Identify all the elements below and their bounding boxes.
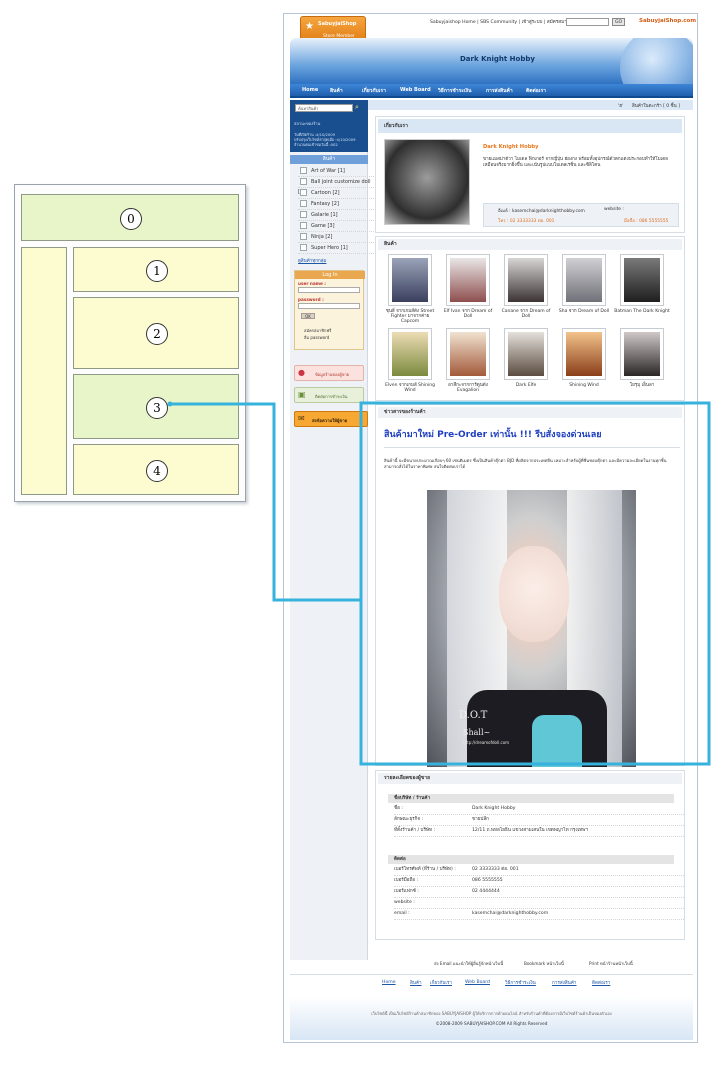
connector-line — [170, 402, 361, 602]
connector-endpoint — [167, 401, 173, 407]
connector-overlay — [167, 401, 711, 766]
highlight-box — [359, 401, 711, 766]
